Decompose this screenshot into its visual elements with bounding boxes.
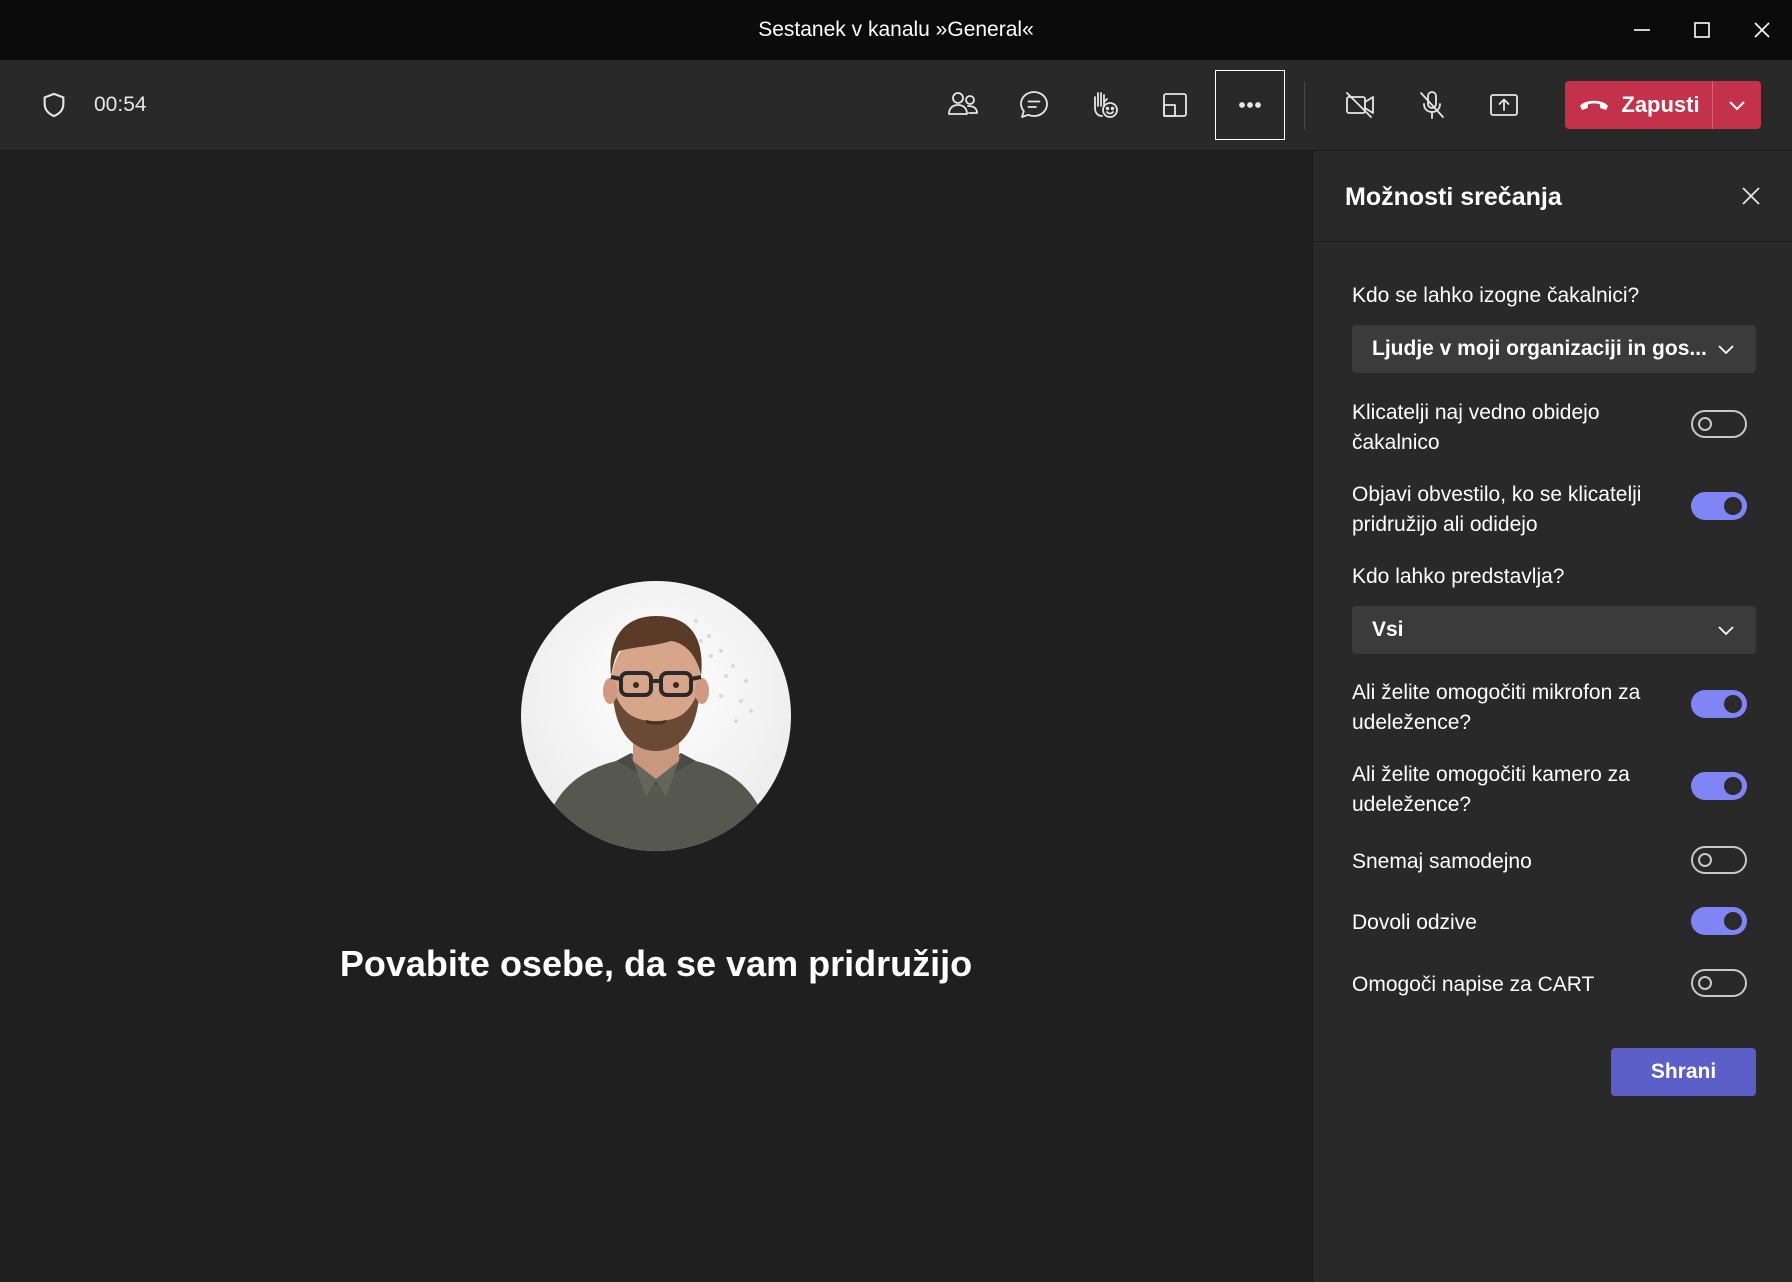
meeting-stage: Povabite osebe, da se vam pridružijo [0,151,1312,1282]
panel-header: Možnosti srečanja [1313,151,1792,242]
hang-up-icon [1580,100,1609,110]
call-timer: 00:54 [94,93,147,116]
close-icon [1742,187,1760,205]
chevron-down-icon [1718,345,1734,355]
participants-button[interactable] [928,70,998,140]
option-label-allow-camera: Ali želite omogočiti kamero za udeleženc… [1352,763,1630,816]
close-panel-button[interactable] [1736,181,1766,211]
camera-toggle-button[interactable] [1325,70,1395,140]
camera-off-icon [1346,92,1374,118]
toggle-allow-camera[interactable] [1691,772,1747,800]
leave-call-main[interactable]: Zapusti [1565,81,1712,129]
leave-options-dropdown[interactable] [1712,81,1761,129]
raise-hand-icon [1094,92,1118,118]
leave-call-button[interactable]: Zapusti [1565,81,1761,129]
title-bar: Sestanek v kanalu »General« [0,0,1792,60]
toggle-announce-callers[interactable] [1691,492,1747,520]
window-title: Sestanek v kanalu »General« [758,18,1034,41]
close-icon [1754,22,1770,38]
chat-icon [1020,91,1048,118]
option-label-allow-reactions: Dovoli odzive [1352,911,1477,934]
option-label-allow-mic: Ali želite omogočiti mikrofon za udeleže… [1352,681,1641,734]
save-button[interactable]: Shrani [1611,1048,1756,1096]
maximize-icon [1694,22,1710,38]
presenter-label: Kdo lahko predstavlja? [1352,565,1565,588]
option-label-auto-record: Snemaj samodejno [1352,850,1532,873]
meeting-options-panel: Možnosti srečanja Kdo se lahko izogne ča… [1312,151,1792,1282]
microphone-off-icon [1420,91,1444,119]
toggle-auto-record[interactable] [1691,846,1747,874]
lobby-bypass-label: Kdo se lahko izogne čakalnici? [1352,284,1640,307]
people-icon [948,92,978,115]
participant-avatar [521,581,791,851]
person-photo [541,616,771,851]
close-window-button[interactable] [1732,0,1792,60]
option-label-callers-bypass: Klicatelji naj vedno obidejo čakalnico [1352,401,1600,454]
option-label-announce-callers: Objavi obvestilo, ko se klicatelji pridr… [1352,483,1642,536]
toolbar-divider [1304,82,1305,130]
leave-call-label: Zapusti [1621,92,1700,117]
panel-title: Možnosti srečanja [1345,183,1562,211]
toggle-allow-reactions[interactable] [1691,907,1747,935]
minimize-button[interactable] [1612,0,1672,60]
meeting-toolbar: 00:54 Zapusti [0,60,1792,151]
maximize-button[interactable] [1672,0,1732,60]
reactions-button[interactable] [1069,70,1139,140]
invite-message: Povabite osebe, da se vam pridružijo [339,943,973,984]
toggle-callers-bypass[interactable] [1691,410,1747,438]
share-screen-icon [1490,94,1518,116]
presenter-value: Vsi [1372,618,1404,641]
presenter-dropdown[interactable]: Vsi [1352,606,1756,654]
microphone-toggle-button[interactable] [1397,70,1467,140]
shield-icon [43,92,65,118]
view-icon [1163,93,1187,117]
option-label-cart-captions: Omogoči napise za CART [1352,973,1595,996]
chevron-down-icon [1718,626,1734,636]
meeting-info: 00:54 [40,60,147,150]
view-button[interactable] [1140,70,1210,140]
share-content-button[interactable] [1469,70,1539,140]
toggle-cart-captions[interactable] [1691,969,1747,997]
window-controls [1612,0,1792,60]
chat-button[interactable] [999,70,1069,140]
lobby-bypass-dropdown[interactable]: Ljudje v moji organizaciji in gos... [1352,325,1756,373]
more-icon [1239,102,1261,108]
chevron-down-icon [1729,101,1745,111]
lobby-bypass-value: Ljudje v moji organizaciji in gos... [1372,337,1707,360]
more-actions-button[interactable] [1215,70,1285,140]
toggle-allow-mic[interactable] [1691,690,1747,718]
minimize-icon [1634,29,1650,31]
